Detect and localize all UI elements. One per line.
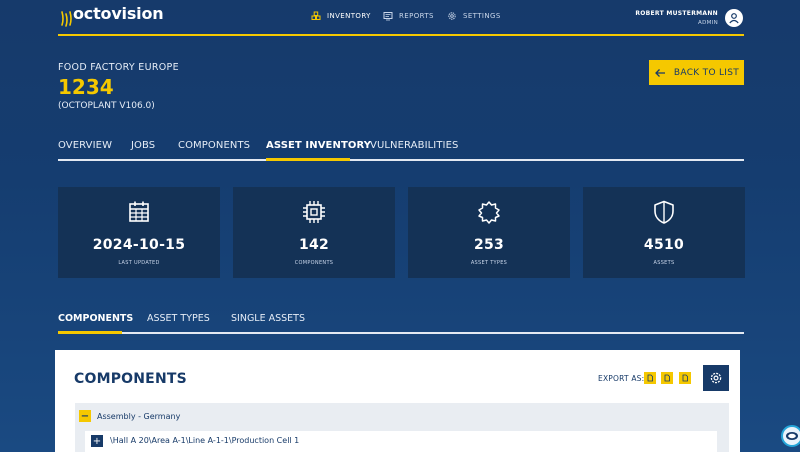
nav-inventory[interactable]: INVENTORY: [311, 11, 371, 21]
table-settings-button[interactable]: [703, 365, 729, 391]
back-to-list-button[interactable]: BACK TO LIST: [649, 60, 744, 85]
active-tab-indicator: [266, 158, 350, 161]
user-role: ADMIN: [698, 20, 718, 26]
stat-label: ASSETS: [653, 260, 675, 266]
export-pdf-button[interactable]: [644, 372, 656, 384]
nav-reports-label: REPORTS: [399, 12, 434, 20]
stat-value: 142: [298, 237, 330, 253]
chat-assistant-button[interactable]: [781, 425, 800, 447]
tab-asset-inventory[interactable]: ASSET INVENTORY: [266, 140, 371, 151]
stat-label: ASSET TYPES: [470, 260, 508, 266]
user-name: ROBERT MUSTERMANN: [635, 10, 718, 17]
stat-label: COMPONENTS: [294, 260, 334, 266]
tree-group-label[interactable]: Assembly - Germany: [97, 412, 180, 421]
company-name: FOOD FACTORY EUROPE: [58, 62, 179, 73]
tree-row-group: − Assembly - Germany: [79, 409, 180, 423]
user-info: ROBERT MUSTERMANN ADMIN: [635, 10, 718, 26]
nav-reports[interactable]: REPORTS: [383, 11, 434, 21]
top-bar: octovision INVENTORY REPORTS SETTINGS RO…: [0, 0, 800, 36]
collapse-toggle[interactable]: −: [79, 410, 91, 422]
sub-tabs: COMPONENTS ASSET TYPES SINGLE ASSETS: [58, 313, 744, 335]
plant-version: (OCTOPLANT V106.0): [58, 101, 155, 111]
stat-value: 253: [473, 237, 505, 253]
gear-icon: [710, 372, 722, 384]
assistant-icon: [786, 432, 798, 440]
tab-components[interactable]: COMPONENTS: [178, 140, 250, 151]
expand-toggle[interactable]: +: [91, 435, 103, 447]
puzzle-icon: [478, 201, 500, 224]
calendar-icon: [129, 201, 149, 222]
stat-value: 4510: [643, 237, 685, 253]
export-csv-button[interactable]: [661, 372, 673, 384]
nav-settings[interactable]: SETTINGS: [447, 11, 501, 21]
subtab-single-assets[interactable]: SINGLE ASSETS: [231, 313, 305, 324]
brand-logo[interactable]: octovision: [73, 4, 164, 23]
gear-icon: [448, 12, 456, 20]
stat-value: 2024-10-15: [92, 237, 186, 253]
avatar[interactable]: [725, 9, 743, 27]
csv-icon: [664, 374, 670, 382]
active-subtab-indicator: [58, 331, 122, 334]
export-label: EXPORT AS:: [598, 374, 645, 383]
subtab-asset-types[interactable]: ASSET TYPES: [147, 313, 210, 324]
tree-group-assembly: − Assembly - Germany + \Hall A 20\Area A…: [75, 403, 729, 452]
stat-card-last-updated: 2024-10-15 LAST UPDATED: [58, 187, 220, 278]
subtab-components[interactable]: COMPONENTS: [58, 313, 133, 324]
subtabs-divider: [58, 332, 744, 334]
reports-icon: [383, 12, 393, 21]
chip-icon: [303, 201, 325, 223]
tree-row-child: + \Hall A 20\Area A-1\Line A-1-1\Product…: [85, 431, 717, 452]
tabs-divider: [58, 159, 744, 161]
export-excel-button[interactable]: [679, 372, 691, 384]
stat-card-asset-types: 253 ASSET TYPES: [408, 187, 570, 278]
excel-icon: [682, 374, 688, 382]
panel-title: COMPONENTS: [74, 371, 187, 387]
back-to-list-label: BACK TO LIST: [673, 67, 740, 78]
page-title: 1234: [58, 75, 114, 99]
stat-card-components: 142 COMPONENTS: [233, 187, 395, 278]
nav-settings-label: SETTINGS: [463, 12, 501, 20]
inventory-icon: [311, 11, 321, 20]
stat-label: LAST UPDATED: [118, 260, 160, 266]
arrow-left-icon: [655, 68, 665, 77]
logo-icon: [61, 11, 72, 27]
tab-jobs[interactable]: JOBS: [131, 140, 155, 151]
header-divider: [58, 34, 744, 36]
shield-icon: [654, 200, 674, 224]
main-tabs: OVERVIEW JOBS COMPONENTS ASSET INVENTORY…: [58, 140, 744, 162]
pdf-icon: [647, 374, 653, 382]
tab-overview[interactable]: OVERVIEW: [58, 140, 112, 151]
user-icon: [729, 13, 739, 24]
tree-child-label[interactable]: \Hall A 20\Area A-1\Line A-1-1\Productio…: [110, 436, 299, 445]
nav-inventory-label: INVENTORY: [327, 12, 371, 20]
tab-vulnerabilities[interactable]: VULNERABILITIES: [370, 140, 458, 151]
components-panel: COMPONENTS EXPORT AS: − Assembly - Germa…: [55, 350, 740, 452]
stat-card-assets: 4510 ASSETS: [583, 187, 745, 278]
